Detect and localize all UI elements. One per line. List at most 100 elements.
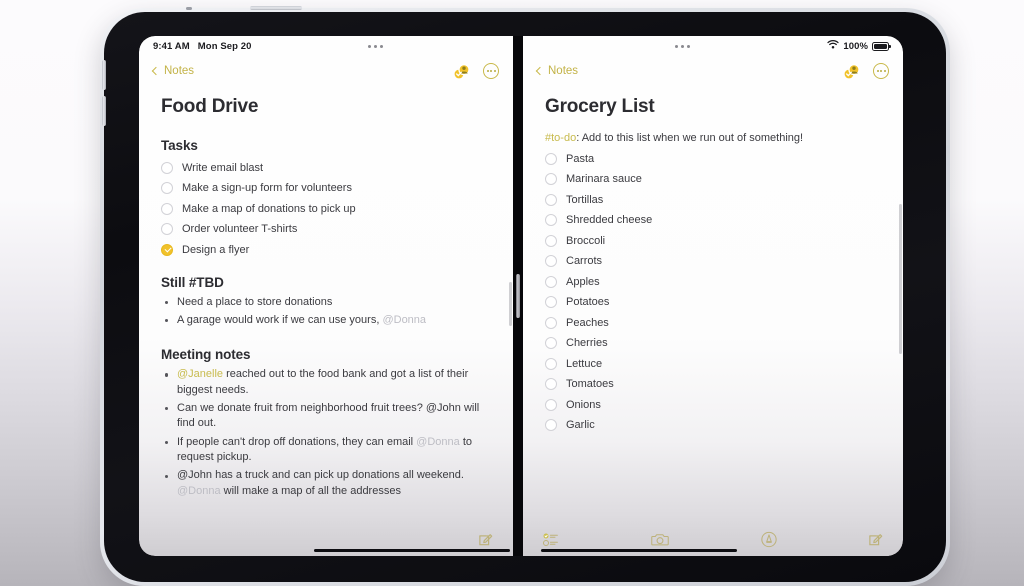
checkbox-icon[interactable] (545, 234, 557, 247)
checklist-item[interactable]: Marinara sauce (545, 173, 881, 185)
list-item: A garage would work if we can use yours,… (161, 313, 491, 329)
list-item: Need a place to store donations (161, 295, 491, 311)
left-sections: Tasks Write email blast Make a sign-up for… (161, 138, 491, 499)
mention[interactable]: @Donna (382, 314, 426, 326)
note-pane-food-drive: 9:41 AM Mon Sep 20 Notes Food Drive Task… (139, 36, 513, 556)
checklist-item[interactable]: Potatoes (545, 296, 881, 308)
list-item: If people can't drop off donations, they… (161, 435, 491, 466)
divider-grabber-handle[interactable] (516, 274, 520, 318)
checkbox-icon[interactable] (161, 223, 173, 235)
checklist-item[interactable]: Pasta (545, 152, 881, 165)
scrollbar-left[interactable] (508, 282, 512, 326)
checklist-item-label: Broccoli (566, 234, 606, 247)
checklist-item[interactable]: Tortillas (545, 193, 881, 206)
checklist-item[interactable]: Design a flyer (161, 243, 491, 256)
checkbox-icon[interactable] (545, 193, 557, 206)
checklist-item-label: Make a map of donations to pick up (182, 202, 356, 215)
page-title-left: Food Drive (161, 96, 259, 117)
volume-down-button[interactable] (102, 96, 106, 126)
multitask-dots-icon-right[interactable] (674, 44, 690, 48)
note-pane-grocery-list: 100% Notes Grocery List #to-do: Add to t… (523, 36, 903, 556)
status-date: Mon Sep 20 (197, 40, 252, 52)
checklist-item-label: Order volunteer T-shirts (182, 223, 298, 235)
grocery-checklist: Pasta Marinara sauce Tortillas Shredded che… (545, 152, 881, 431)
checkbox-icon[interactable] (545, 296, 557, 308)
text-run: will make a map of all the addresses (220, 484, 401, 497)
checklist-item[interactable]: Peaches (545, 316, 881, 329)
checkbox-icon[interactable] (545, 357, 557, 370)
back-to-notes-button-left[interactable]: Notes (151, 65, 194, 77)
home-indicator-left (314, 548, 510, 552)
checkbox-icon[interactable] (545, 152, 557, 165)
checklist-item-label: Onions (566, 398, 601, 411)
checklist-item[interactable]: Onions (545, 398, 881, 411)
more-circle-icon-left[interactable] (483, 63, 499, 79)
compose-icon-right[interactable] (868, 532, 883, 547)
checkbox-icon[interactable] (161, 161, 173, 174)
markup-icon[interactable] (760, 531, 777, 547)
more-circle-icon-right[interactable] (873, 63, 889, 79)
camera-icon[interactable] (651, 532, 670, 546)
checklist-item[interactable]: Lettuce (545, 357, 881, 370)
checklist-item-label: Make a sign-up form for volunteers (182, 182, 352, 194)
page-title-right: Grocery List (545, 96, 655, 117)
back-to-notes-button-right[interactable]: Notes (535, 65, 578, 77)
checklist-item[interactable]: Broccoli (545, 234, 881, 247)
status-time: 9:41 AM (153, 40, 190, 52)
checkbox-icon[interactable] (161, 243, 173, 256)
checkbox-icon[interactable] (545, 316, 557, 329)
multitask-dots-icon[interactable] (367, 44, 383, 48)
checkbox-icon[interactable] (545, 419, 557, 431)
section-heading: Still #TBD (161, 274, 224, 290)
checklist-item[interactable]: Make a map of donations to pick up (161, 202, 491, 215)
checkbox-icon[interactable] (161, 202, 173, 215)
checklist-item[interactable]: Carrots (545, 255, 881, 267)
checkbox-icon[interactable] (161, 182, 173, 194)
share-person-icon-right[interactable] (843, 63, 860, 80)
note-body-right: Grocery List #to-do: Add to this list wh… (523, 86, 903, 522)
share-person-icon-left[interactable] (453, 63, 470, 80)
checkbox-icon[interactable] (545, 398, 557, 411)
chevron-left-icon (535, 66, 545, 76)
text-run: Can we donate fruit from neighborhood fr… (177, 401, 480, 430)
checklist-item[interactable]: Apples (545, 275, 881, 288)
checkbox-icon[interactable] (545, 275, 557, 288)
section-heading: Meeting notes (161, 347, 251, 363)
checkbox-icon[interactable] (545, 337, 557, 349)
checklist-item[interactable]: Garlic (545, 419, 881, 431)
wifi-icon (827, 40, 839, 52)
checklist-item[interactable]: Cherries (545, 337, 881, 349)
scrollbar-right[interactable] (898, 204, 902, 354)
checklist-item[interactable]: Write email blast (161, 161, 491, 174)
list-item: Can we donate fruit from neighborhood fr… (161, 401, 491, 432)
bullet-list: Need a place to store donations A garage … (161, 295, 491, 329)
checklist-item[interactable]: Tomatoes (545, 378, 881, 390)
checkbox-icon[interactable] (545, 255, 557, 267)
split-view-divider[interactable] (513, 36, 523, 556)
text-run: If people can't drop off donations, they… (177, 435, 417, 448)
checkbox-icon[interactable] (545, 378, 557, 390)
mention[interactable]: @Donna (416, 436, 460, 448)
checklist-item-label: Pasta (566, 152, 595, 165)
bullet-list: @Janelle reached out to the food bank an… (161, 367, 491, 499)
power-button[interactable] (250, 6, 302, 10)
checklist-item[interactable]: Shredded cheese (545, 214, 881, 226)
checkbox-icon[interactable] (545, 214, 557, 226)
battery-percent: 100% (843, 40, 869, 52)
text-run: Need a place to store donations (177, 295, 333, 308)
mention[interactable]: @Donna (177, 485, 221, 497)
compose-icon-left[interactable] (478, 532, 493, 547)
mention[interactable]: @Janelle (177, 368, 223, 380)
checklist-item-label: Tortillas (566, 193, 604, 206)
status-bar-left: 9:41 AM Mon Sep 20 (139, 36, 513, 56)
todo-tag[interactable]: #to-do (545, 132, 576, 144)
checklist-icon[interactable] (543, 533, 560, 546)
checkbox-icon[interactable] (545, 173, 557, 185)
volume-up-button[interactable] (102, 60, 106, 90)
list-item: @John has a truck and can pick up donati… (161, 468, 491, 499)
checklist-item-label: Peaches (566, 316, 609, 329)
list-item: @Janelle reached out to the food bank an… (161, 367, 491, 398)
intro-line: #to-do: Add to this list when we run out… (545, 132, 881, 144)
checklist-item[interactable]: Make a sign-up form for volunteers (161, 182, 491, 194)
checklist-item[interactable]: Order volunteer T-shirts (161, 223, 491, 235)
